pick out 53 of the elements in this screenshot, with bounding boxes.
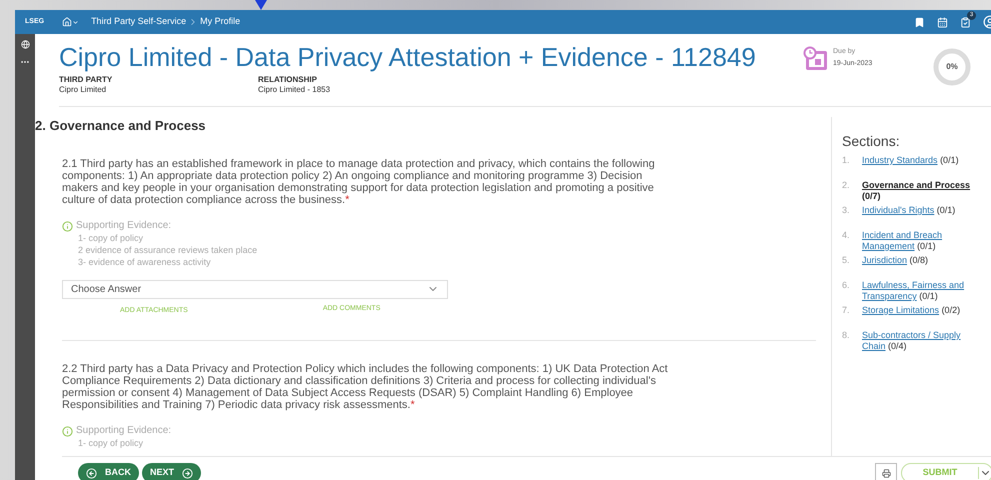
progress-ring: 0% xyxy=(931,46,973,88)
section-link[interactable]: Lawfulness, Fairness and Transparency (0/1) xyxy=(862,280,982,305)
section-number: 6. xyxy=(842,280,851,292)
section-link[interactable]: Governance and Process (0/7) xyxy=(862,180,982,205)
field-value: Cipro Limited xyxy=(59,85,108,95)
globe-icon[interactable] xyxy=(20,40,30,49)
section-link[interactable]: Sub-contractors / Supply Chain (0/4) xyxy=(862,330,982,355)
section-number: 3. xyxy=(842,205,851,217)
section-number: 4. xyxy=(842,230,851,242)
due-date-icon xyxy=(803,46,828,71)
tasks-icon[interactable] xyxy=(960,16,971,28)
home-button[interactable] xyxy=(62,17,80,27)
bookmark-icon[interactable] xyxy=(914,16,925,28)
section-number: 8. xyxy=(842,330,851,342)
section-number: 1. xyxy=(842,155,851,167)
evidence-title: Supporting Evidence: xyxy=(76,220,172,232)
section-heading: 2. Governance and Process xyxy=(35,117,207,135)
section-link[interactable]: Incident and Breach Management (0/1) xyxy=(862,230,982,255)
home-icon xyxy=(62,17,72,27)
evidence-item: 3- evidence of awareness activity xyxy=(77,256,212,268)
calendar-icon[interactable] xyxy=(937,16,948,28)
section-number: 7. xyxy=(842,305,851,317)
breadcrumb-link[interactable]: My Profile xyxy=(200,15,240,29)
arrow-right-icon xyxy=(182,468,194,478)
back-button[interactable]: BACK xyxy=(78,463,139,480)
evidence-item: 2 evidence of assurance reviews taken place xyxy=(77,244,258,256)
page-title: Cipro Limited - Data Privacy Attestation + Evidence - 112849 xyxy=(59,42,757,72)
question-text: 2.1 Third party has an established framework in place to manage data protection and privacy, which contains the following components: 1) An appropriate data protection policy 2) An ongoing compliance and monitoring programme 3) Decision makers and key people in your organisation demonstrating support for data protection legislation and promoting a positive culture of data protection compliance across the business.* xyxy=(62,158,656,206)
info-icon xyxy=(62,220,73,232)
field-label: THIRD PARTY xyxy=(59,75,114,85)
evidence-item: 1- copy of policy xyxy=(77,232,144,244)
answer-dropdown[interactable]: Choose Answer xyxy=(62,280,448,298)
print-button[interactable] xyxy=(875,463,897,480)
sections-heading: Sections: xyxy=(842,132,901,151)
evidence-item: 1- copy of policy xyxy=(77,437,144,449)
caret-icon xyxy=(72,18,80,26)
section-number: 2. xyxy=(842,180,851,192)
section-link[interactable]: Storage Limitations (0/2) xyxy=(862,305,982,330)
print-icon xyxy=(882,468,890,478)
arrow-left-icon xyxy=(86,468,97,478)
section-link[interactable]: Jurisdiction (0/8) xyxy=(862,255,982,280)
field-label: RELATIONSHIP xyxy=(258,75,318,85)
section-link[interactable]: Industry Standards (0/1) xyxy=(862,155,982,180)
field-value: Cipro Limited - 1853 xyxy=(258,85,332,95)
breadcrumb-link[interactable]: Third Party Self-Service xyxy=(91,15,186,29)
pointer-icon xyxy=(255,0,267,10)
info-icon xyxy=(62,426,73,437)
section-link[interactable]: Individual's Rights (0/1) xyxy=(862,205,982,230)
next-button[interactable]: NEXT xyxy=(142,463,202,480)
section-number: 5. xyxy=(842,255,851,267)
caret-icon[interactable] xyxy=(978,467,991,479)
question-text: 2.2 Third party has a Data Privacy and Protection Policy which includes the following components: 1) UK Data Protection Act Compliance Requirements 2) Data dictionary and classification definitions 3) Criteria and process for collecting individual's permission or consent 4) Management of Data Subject Access Requests (DSAR) 5) Complaint Handling 6) Employee Responsibilities and Training 7) Periodic data privacy risk assessments.* xyxy=(62,363,669,411)
evidence-title: Supporting Evidence: xyxy=(76,425,172,437)
